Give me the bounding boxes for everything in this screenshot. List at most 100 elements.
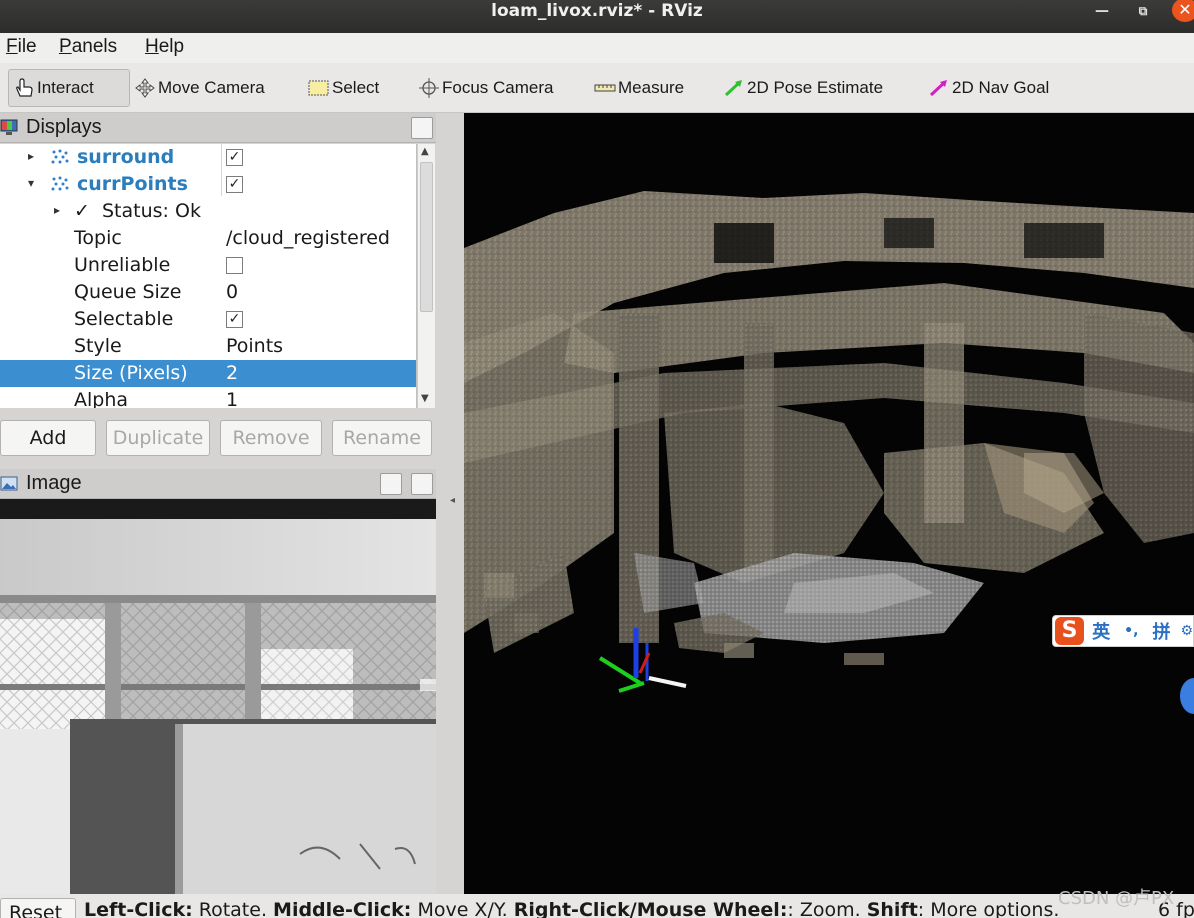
collapse-arrow-icon[interactable]: ▾ [28,176,34,190]
3d-render-view[interactable] [464,113,1194,894]
ruler-icon [594,78,616,98]
select-box-icon [308,78,330,98]
tree-row-label: currPoints [77,173,188,195]
alpha-value[interactable]: 1 [226,389,238,408]
surround-enabled-checkbox[interactable]: ✓ [226,149,243,166]
displays-tree: ▸ surround ✓ ▾ currPoints ✓ ▸ ✓ Status: … [0,144,417,408]
remove-button[interactable]: Remove [220,420,322,456]
camera-image-view[interactable] [0,499,436,894]
menu-bar: File Panels Help [0,33,1194,63]
tree-row-label: Style [74,335,122,357]
tool-measure[interactable]: Measure [594,69,684,107]
tool-bar: Interact Move Camera Select Focus Camera… [0,63,1194,113]
sogou-logo-icon: S [1055,617,1085,645]
scroll-up-arrow-icon[interactable]: ▲ [421,146,429,157]
add-button[interactable]: Add [0,420,96,456]
displays-panel-title: Displays [26,116,102,138]
reset-button[interactable]: Reset [0,898,76,918]
expand-arrow-icon[interactable]: ▸ [28,149,34,163]
tool-2d-nav-goal-label: 2D Nav Goal [952,78,1050,97]
tool-2d-pose-estimate[interactable]: 2D Pose Estimate [723,69,883,107]
image-panel-close-button[interactable] [411,473,433,495]
hint-left-click-key: Left-Click: [84,899,193,918]
scroll-thumb[interactable] [420,162,433,312]
tool-move-camera[interactable]: Move Camera [134,69,265,107]
menu-panels-mnemonic: P [59,36,72,57]
tree-row-label: Status: Ok [102,200,201,222]
hint-right-click-key: Right-Click/Mouse Wheel: [513,899,788,918]
gear-icon[interactable]: ⚙ [1180,623,1193,639]
displays-scrollbar[interactable]: ▲ ▼ [417,144,435,408]
hint-shift-value: : More options. [917,899,1060,918]
tree-row-label: surround [77,146,175,168]
csdn-watermark: CSDN @卢PX [1058,888,1175,909]
tree-row-status[interactable]: ▸ ✓ Status: Ok [0,198,416,225]
menu-file-label: ile [17,36,37,57]
tool-interact[interactable]: Interact [8,69,130,107]
minimize-button[interactable]: — [1090,0,1114,22]
tool-select[interactable]: Select [308,69,379,107]
tree-row-queue-size[interactable]: Queue Size 0 [0,279,416,306]
menu-file-mnemonic: F [6,36,18,57]
pointcloud-icon [50,175,70,198]
hand-pointer-icon [13,78,35,98]
unreliable-checkbox[interactable] [226,257,243,274]
displays-panel-header: Displays [0,113,436,143]
tree-row-label: Alpha [74,389,129,408]
selectable-checkbox[interactable]: ✓ [226,311,243,328]
tool-measure-label: Measure [618,78,685,97]
tree-row-selectable[interactable]: Selectable ✓ [0,306,416,333]
point-cloud-scene [464,113,1194,894]
ime-punctuation-mode[interactable]: •, [1124,623,1138,639]
tool-focus-camera[interactable]: Focus Camera [418,69,553,107]
style-value[interactable]: Points [226,335,283,357]
ime-language-mode[interactable]: 英 [1092,618,1110,644]
camera-frame-graphic [0,499,436,894]
tool-2d-pose-estimate-label: 2D Pose Estimate [747,78,884,97]
queue-size-value[interactable]: 0 [226,281,238,303]
hint-left-click-value: Rotate. [192,899,274,918]
tool-2d-nav-goal[interactable]: 2D Nav Goal [928,69,1049,107]
tree-row-label: Queue Size [74,281,182,303]
menu-panels[interactable]: Panels [59,36,117,58]
monitor-icon [0,119,18,136]
tree-row-unreliable[interactable]: Unreliable [0,252,416,279]
hint-right-click-value: : Zoom. [787,899,867,918]
scroll-down-arrow-icon[interactable]: ▼ [421,393,429,404]
panel-splitter[interactable]: ◂ [436,113,464,894]
status-bar: Reset Left-Click: Rotate. Middle-Click: … [0,894,1194,918]
pointcloud-icon [50,148,70,171]
mouse-hint-text: Left-Click: Rotate. Middle-Click: Move X… [84,899,1059,918]
duplicate-button[interactable]: Duplicate [106,420,210,456]
expand-arrow-icon[interactable]: ▸ [54,203,60,217]
rename-button[interactable]: Rename [332,420,432,456]
ime-pinyin-mode[interactable]: 拼 [1152,618,1170,644]
displays-button-row: Add Duplicate Remove Rename [0,420,436,458]
tree-row-label: Topic [74,227,122,249]
tree-row-alpha[interactable]: Alpha 1 [0,387,416,408]
tree-row-style[interactable]: Style Points [0,333,416,360]
close-button[interactable]: ✕ [1172,0,1194,22]
tree-row-label: Size (Pixels) [74,362,188,384]
collapse-left-arrow-icon[interactable]: ◂ [450,495,455,506]
image-panel-title: Image [26,472,82,494]
menu-help[interactable]: Help [145,36,184,58]
hint-middle-click-key: Middle-Click: [273,899,412,918]
image-icon [0,475,18,492]
tree-row-surround[interactable]: ▸ surround ✓ [0,144,416,171]
focus-target-icon [418,78,440,98]
tree-row-label: Unreliable [74,254,171,276]
tree-row-size-pixels[interactable]: Size (Pixels) 2 [0,360,416,387]
ime-toolbar[interactable]: S 英 •, 拼 ⚙ [1052,615,1194,647]
currpoints-enabled-checkbox[interactable]: ✓ [226,176,243,193]
topic-value[interactable]: /cloud_registered [226,227,390,249]
size-pixels-value[interactable]: 2 [226,362,238,384]
menu-help-mnemonic: H [145,36,159,57]
tree-row-topic[interactable]: Topic /cloud_registered [0,225,416,252]
menu-file[interactable]: File [6,36,37,58]
image-panel-float-button[interactable] [380,473,402,495]
displays-panel-float-button[interactable] [411,117,433,139]
tree-row-currpoints[interactable]: ▾ currPoints ✓ [0,171,416,198]
tool-select-label: Select [332,78,380,97]
maximize-button[interactable]: ⧉ [1131,0,1155,22]
